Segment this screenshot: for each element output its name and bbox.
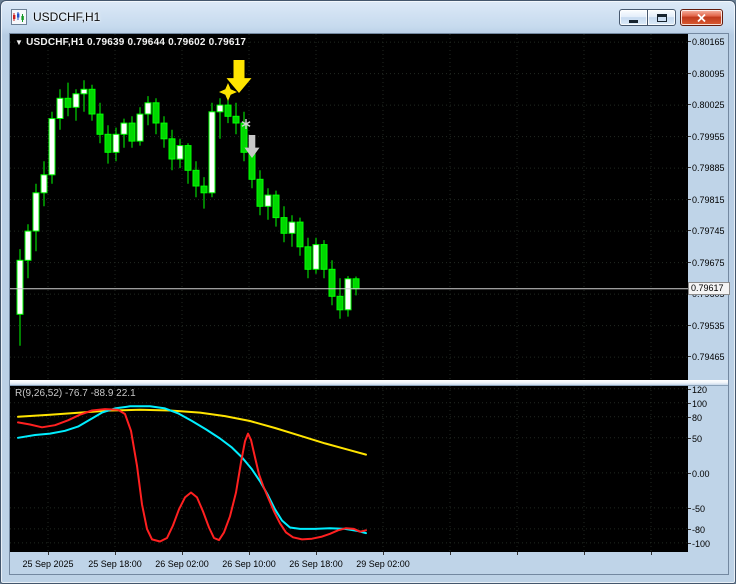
indicator-scale-label: 50 [687, 434, 703, 444]
time-axis-tick [651, 552, 652, 555]
price-scale-label: 0.79745 [688, 226, 725, 236]
time-axis-label: 26 Sep 02:00 [155, 559, 209, 569]
minimize-icon [629, 19, 638, 23]
price-scale-label: 0.80025 [688, 100, 725, 110]
time-axis-tick [316, 552, 317, 555]
oscillator-line-cyan [17, 405, 367, 535]
price-scale-label: 0.79465 [688, 352, 725, 362]
time-axis-tick [249, 552, 250, 555]
indicator-pane[interactable]: R(9,26,52) -76.7 -88.9 22.1 [10, 386, 688, 552]
indicator-label: R(9,26,52) -76.7 -88.9 22.1 [15, 388, 136, 399]
price-scale-label: 0.79885 [688, 163, 725, 173]
indicator-scale-label: -100 [687, 539, 711, 549]
chart-client-area: ▼ USDCHF,H1 0.79639 0.79644 0.79602 0.796… [9, 33, 730, 575]
time-axis-label: 26 Sep 18:00 [289, 559, 343, 569]
signal-overlay [219, 60, 260, 158]
title-bar[interactable]: USDCHF,H1 [1, 1, 735, 33]
price-scale[interactable]: 0.80165 0.80095 0.80025 0.79955 0.79885 0.798… [687, 34, 730, 552]
time-axis-label: 29 Sep 02:00 [356, 559, 410, 569]
main-price-pane[interactable]: ▼ USDCHF,H1 0.79639 0.79644 0.79602 0.796… [10, 34, 688, 380]
close-icon [697, 13, 706, 22]
time-axis-tick [48, 552, 49, 555]
chart-ohlc-label: ▼ USDCHF,H1 0.79639 0.79644 0.79602 0.796… [15, 37, 246, 48]
bid-price-box: 0.79617 [688, 282, 730, 295]
indicator-scale-label: 80 [687, 413, 703, 423]
indicator-scale-label: 100 [687, 399, 708, 409]
indicator-scale-label: 0.00 [688, 469, 710, 479]
sell-arrow-yellow-large [226, 60, 252, 93]
indicator-scale-label: 120 [687, 385, 708, 395]
minimize-button[interactable] [619, 9, 648, 26]
time-axis-tick [517, 552, 518, 555]
maximize-icon [656, 13, 667, 22]
pane-divider[interactable] [10, 380, 728, 386]
price-scale-label: 0.80095 [688, 69, 725, 79]
indicator-scale-label: -80 [687, 525, 706, 535]
chart-canvas[interactable]: ▼ USDCHF,H1 0.79639 0.79644 0.79602 0.796… [10, 34, 688, 552]
oscillator-chart [10, 386, 688, 552]
time-axis-tick [383, 552, 384, 555]
window-title: USDCHF,H1 [33, 10, 101, 24]
time-axis-label: 25 Sep 2025 [22, 559, 74, 569]
app-window: USDCHF,H1 ▼ USDCHF,H1 0.79639 0.79644 0.… [0, 0, 736, 584]
price-scale-label: 0.79815 [688, 195, 725, 205]
symbol-ohlc-text: USDCHF,H1 0.79639 0.79644 0.79602 0.7961… [26, 37, 247, 48]
price-scale-label: 0.80165 [688, 37, 725, 47]
price-scale-label: 0.79535 [688, 321, 725, 331]
indicator-scale-label: -50 [687, 504, 706, 514]
time-axis-tick [115, 552, 116, 555]
time-axis-label: 25 Sep 18:00 [88, 559, 142, 569]
window-controls [619, 9, 723, 26]
collapse-triangle-icon[interactable]: ▼ [15, 38, 23, 47]
price-scale-label: 0.79675 [688, 258, 725, 268]
time-axis-tick [584, 552, 585, 555]
time-axis-tick [182, 552, 183, 555]
asterisk-white [241, 119, 251, 129]
time-axis-label: 26 Sep 10:00 [222, 559, 276, 569]
price-scale-label: 0.79955 [688, 132, 725, 142]
time-axis[interactable]: 25 Sep 2025 25 Sep 18:00 26 Sep 02:00 26 Se… [10, 552, 728, 575]
chart-icon [11, 9, 27, 25]
maximize-button[interactable] [648, 9, 676, 26]
sell-arrow-gray [244, 135, 260, 158]
close-button[interactable] [680, 9, 723, 26]
time-axis-tick [450, 552, 451, 555]
